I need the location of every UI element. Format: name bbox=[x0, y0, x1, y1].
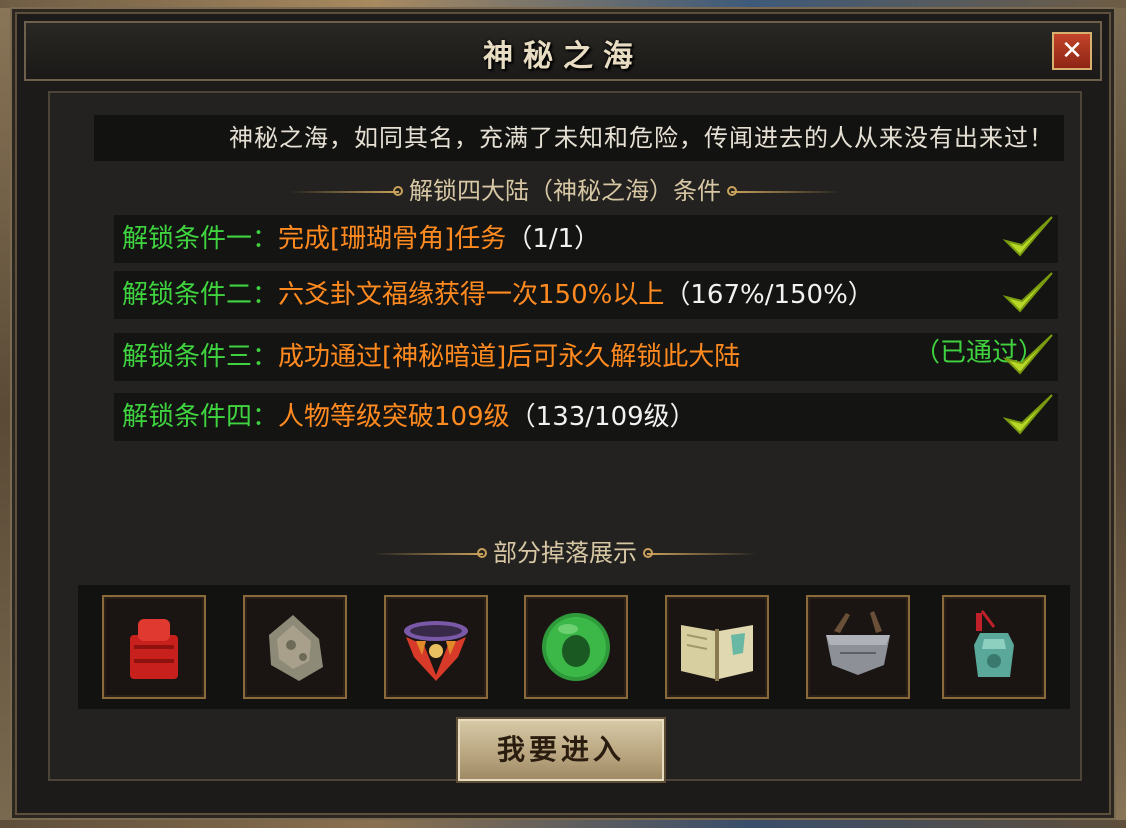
condition-label: 解锁条件一： bbox=[122, 224, 279, 254]
condition-progress: （1/1） bbox=[506, 224, 601, 254]
condition-row-2: 解锁条件二：六爻卦文福缘获得一次150%以上（167%/150%） bbox=[114, 271, 1058, 319]
drop-slot-4[interactable] bbox=[524, 595, 628, 699]
condition-description: 成功通过[神秘暗道]后可永久解锁此大陆 bbox=[278, 342, 741, 372]
drops-heading: 部分掉落展示 bbox=[50, 533, 1080, 568]
background-scene-left bbox=[0, 0, 10, 828]
condition-description: 人物等级突破109级 bbox=[278, 402, 510, 432]
checkmark-icon bbox=[1002, 216, 1053, 257]
ornament-left-icon bbox=[289, 186, 403, 196]
title-bar: 神秘之海 ✕ bbox=[24, 21, 1102, 81]
ornament-right-icon bbox=[727, 186, 841, 196]
ornate-belt-icon bbox=[404, 621, 468, 681]
drop-slot-2[interactable] bbox=[243, 595, 347, 699]
conditions-heading: 解锁四大陆（神秘之海）条件 bbox=[50, 171, 1080, 206]
ornament-right-icon bbox=[643, 548, 757, 558]
background-scene-bottom bbox=[0, 820, 1126, 828]
checkmark-icon bbox=[1002, 272, 1053, 313]
checkmark-icon bbox=[1002, 394, 1053, 435]
open-book-icon bbox=[681, 625, 753, 681]
mysterious-sea-dialog: 神秘之海 ✕ 神秘之海，如同其名，充满了未知和危险，传闻进去的人从来没有出来过！… bbox=[10, 7, 1116, 820]
condition-description: 完成[珊瑚骨角]任务 bbox=[278, 224, 507, 254]
dialog-title: 神秘之海 bbox=[483, 39, 643, 74]
condition-row-3: 解锁条件三：成功通过[神秘暗道]后可永久解锁此大陆 （已通过） bbox=[114, 333, 1058, 381]
checkmark-icon bbox=[1002, 334, 1053, 375]
condition-label: 解锁条件三： bbox=[122, 342, 279, 372]
jade-ring-icon bbox=[542, 613, 610, 681]
drop-slot-1[interactable] bbox=[102, 595, 206, 699]
condition-row-1: 解锁条件一：完成[珊瑚骨角]任务（1/1） bbox=[114, 215, 1058, 263]
red-seal-icon bbox=[130, 619, 178, 679]
enter-button[interactable]: 我要进入 bbox=[456, 717, 666, 783]
condition-row-4: 解锁条件四：人物等级突破109级（133/109级） bbox=[114, 393, 1058, 441]
condition-label: 解锁条件四： bbox=[122, 402, 279, 432]
condition-description: 六爻卦文福缘获得一次150%以上 bbox=[278, 280, 665, 310]
dialog-content: 神秘之海，如同其名，充满了未知和危险，传闻进去的人从来没有出来过！ 解锁四大陆（… bbox=[48, 91, 1082, 783]
stone-ore-icon bbox=[269, 615, 323, 681]
close-button[interactable]: ✕ bbox=[1052, 32, 1092, 70]
iron-armor-icon bbox=[826, 611, 890, 675]
condition-progress: （133/109级） bbox=[509, 402, 696, 432]
drop-slot-7[interactable] bbox=[942, 595, 1046, 699]
ornament-left-icon bbox=[373, 548, 487, 558]
drop-slot-5[interactable] bbox=[665, 595, 769, 699]
drop-slot-3[interactable] bbox=[384, 595, 488, 699]
intro-text: 神秘之海，如同其名，充满了未知和危险，传闻进去的人从来没有出来过！ bbox=[94, 115, 1064, 161]
drops-heading-text: 部分掉落展示 bbox=[493, 539, 637, 567]
conditions-heading-text: 解锁四大陆（神秘之海）条件 bbox=[409, 177, 721, 205]
drop-slot-6[interactable] bbox=[806, 595, 910, 699]
condition-progress: （167%/150%） bbox=[664, 280, 874, 310]
drop-items-panel bbox=[78, 585, 1070, 709]
condition-label: 解锁条件二： bbox=[122, 280, 279, 310]
jade-pendant-icon bbox=[974, 610, 1014, 677]
